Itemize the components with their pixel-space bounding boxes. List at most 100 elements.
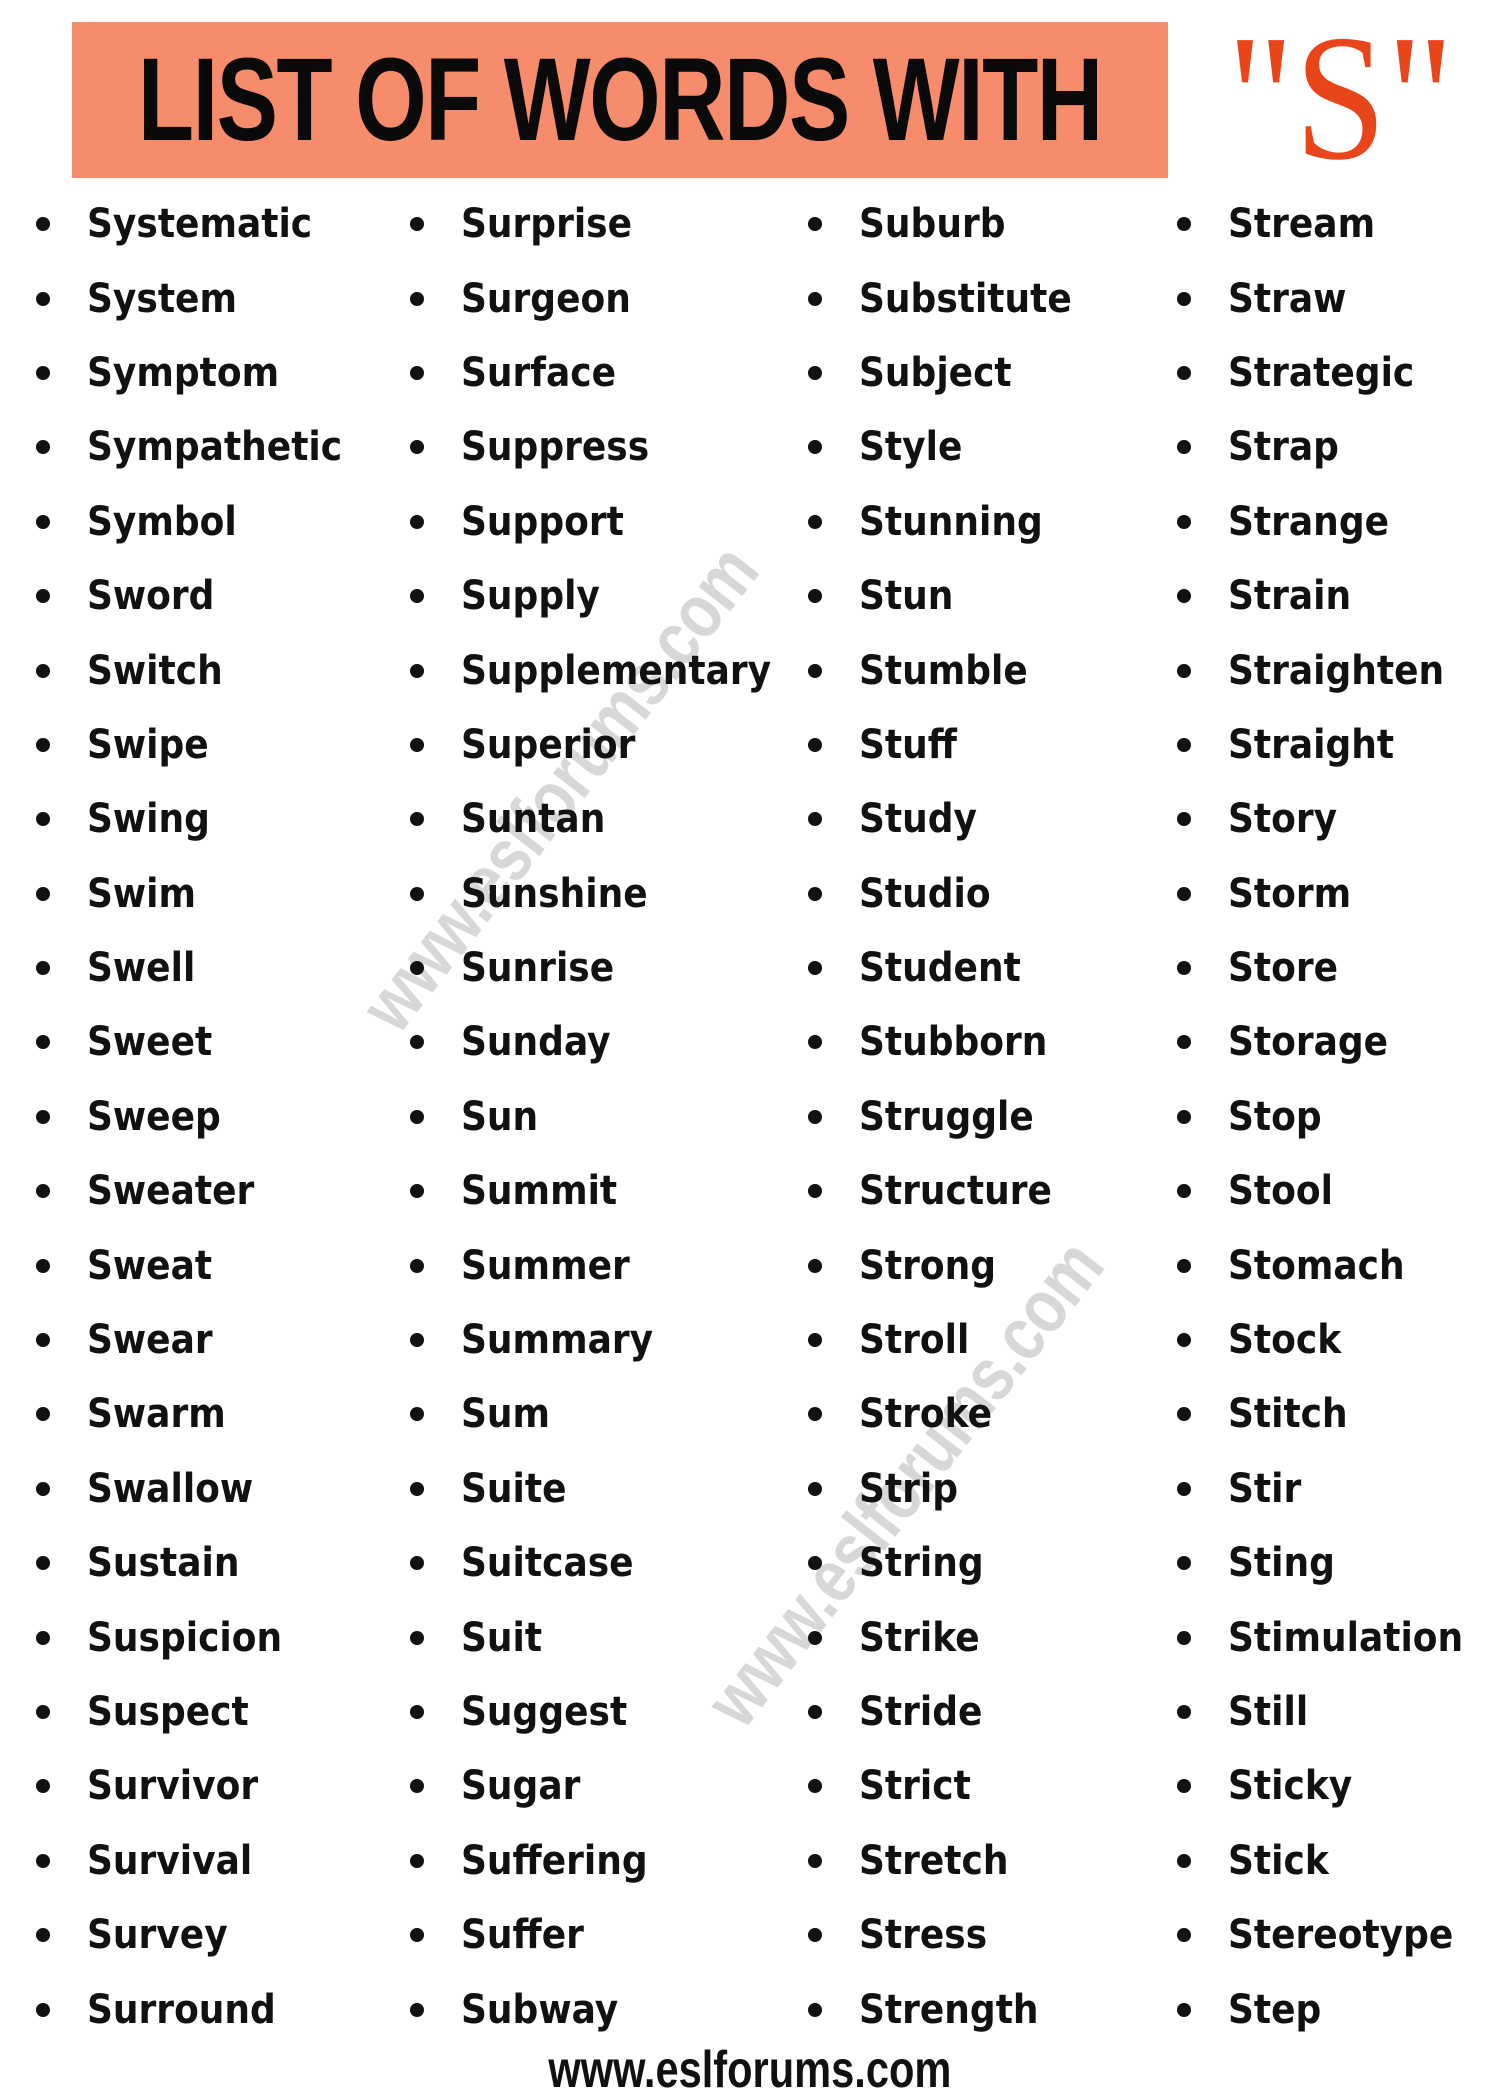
bullet-icon	[808, 961, 822, 976]
bullet-icon	[808, 2002, 822, 2017]
list-item: Suggest	[410, 1675, 806, 1749]
list-item: Strip	[808, 1452, 1095, 1526]
list-item: Straw	[1177, 261, 1489, 335]
bullet-icon	[1177, 961, 1191, 976]
list-item: Stroll	[808, 1303, 1095, 1377]
bullet-icon	[410, 1184, 424, 1199]
bullet-icon	[36, 217, 50, 232]
bullet-icon	[808, 1630, 822, 1645]
bullet-icon	[36, 589, 50, 604]
list-item: Sweat	[36, 1228, 370, 1302]
list-item: Surround	[36, 1972, 370, 2046]
list-item: Struggle	[808, 1080, 1095, 1154]
word: Sum	[461, 1391, 551, 1438]
word: Study	[859, 796, 978, 843]
list-item: Symptom	[36, 336, 370, 410]
bullet-icon	[1177, 1853, 1191, 1868]
bullet-icon	[808, 440, 822, 455]
bullet-icon	[808, 1853, 822, 1868]
list-item: Stumble	[808, 633, 1095, 707]
word: Swim	[87, 870, 197, 917]
bullet-icon	[808, 291, 822, 306]
list-item: Stuff	[808, 708, 1095, 782]
bullet-icon	[1177, 589, 1191, 604]
footer-url: www.eslforums.com	[0, 2040, 1500, 2100]
bullet-icon	[808, 365, 822, 380]
word: Sticky	[1228, 1763, 1353, 1810]
list-item: Swim	[36, 857, 370, 931]
list-item: Suffer	[410, 1898, 806, 1972]
word: Stumble	[859, 647, 1028, 694]
bullet-icon	[1177, 291, 1191, 306]
bullet-icon	[36, 1853, 50, 1868]
bullet-icon	[410, 1556, 424, 1571]
bullet-icon	[1177, 514, 1191, 529]
list-item: System	[36, 261, 370, 335]
bullet-icon	[410, 291, 424, 306]
bullet-icon	[36, 1630, 50, 1645]
word: Swing	[87, 796, 210, 843]
list-item: Swarm	[36, 1377, 370, 1451]
word: Sweat	[87, 1242, 213, 1289]
list-item: Suspicion	[36, 1600, 370, 1674]
bullet-icon	[36, 812, 50, 827]
word: Substitute	[859, 275, 1072, 322]
word: Strike	[859, 1614, 980, 1661]
list-item: Sweep	[36, 1080, 370, 1154]
word-column-1: Systematic System Symptom Sympathetic Symbol…	[36, 187, 370, 2047]
list-item: Suit	[410, 1600, 806, 1674]
list-item: Stroke	[808, 1377, 1095, 1451]
word: Strong	[859, 1242, 997, 1289]
word: Sting	[1228, 1540, 1335, 1587]
bullet-icon	[410, 1407, 424, 1422]
bullet-icon	[410, 2002, 424, 2017]
list-item: Stomach	[1177, 1228, 1489, 1302]
list-item: Sweater	[36, 1154, 370, 1228]
list-item: Strange	[1177, 485, 1489, 559]
word: Storage	[1228, 1019, 1389, 1066]
list-item: Storage	[1177, 1005, 1489, 1079]
bullet-icon	[1177, 1333, 1191, 1348]
word: Suspicion	[87, 1614, 283, 1661]
bullet-icon	[808, 1481, 822, 1496]
list-item: Suite	[410, 1452, 806, 1526]
word: Summer	[461, 1242, 630, 1289]
list-item: Suffering	[410, 1824, 806, 1898]
bullet-icon	[1177, 365, 1191, 380]
bullet-icon	[410, 1258, 424, 1273]
word: Swipe	[87, 721, 209, 768]
word: Sun	[461, 1093, 539, 1140]
word: Survival	[87, 1837, 253, 1884]
bullet-icon	[36, 1184, 50, 1199]
word: Support	[461, 498, 624, 545]
word: Suspect	[87, 1689, 249, 1735]
bullet-icon	[410, 886, 424, 901]
list-item: Sword	[36, 559, 370, 633]
list-item: Strap	[1177, 410, 1489, 484]
word: Stroll	[859, 1317, 970, 1364]
word: Stool	[1228, 1168, 1333, 1215]
page-title: LIST OF WORDS WITH	[138, 34, 1103, 166]
bullet-icon	[36, 1258, 50, 1273]
word: Strip	[859, 1465, 958, 1512]
word: Stuff	[859, 721, 957, 768]
bullet-icon	[1177, 737, 1191, 752]
list-item: Sunrise	[410, 931, 806, 1005]
list-item: Stimulation	[1177, 1600, 1489, 1674]
list-item: Surprise	[410, 187, 806, 261]
list-item: Sticky	[1177, 1749, 1489, 1823]
word: Studio	[859, 870, 991, 917]
word: String	[859, 1540, 984, 1587]
word: Stress	[859, 1912, 988, 1959]
word: Symptom	[87, 349, 280, 396]
word: Swell	[87, 945, 196, 992]
word: Survivor	[87, 1763, 259, 1810]
word: Strategic	[1228, 349, 1415, 396]
list-item: Stock	[1177, 1303, 1489, 1377]
list-item: Strict	[808, 1749, 1095, 1823]
word: Surface	[461, 349, 617, 396]
list-item: Storm	[1177, 857, 1489, 931]
bullet-icon	[808, 1109, 822, 1124]
list-item: Surface	[410, 336, 806, 410]
bullet-icon	[1177, 663, 1191, 678]
